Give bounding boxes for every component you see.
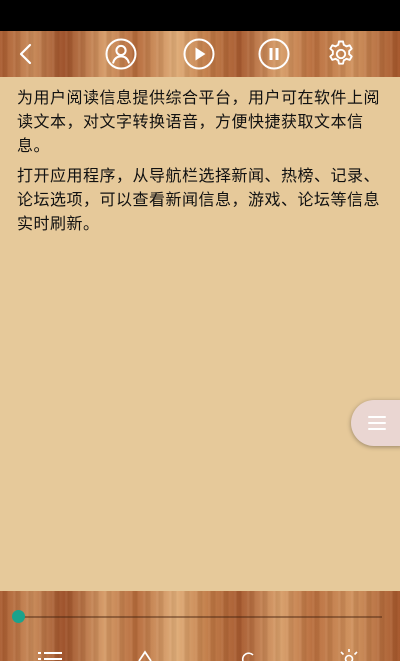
reader-bottom-bar [0, 591, 400, 661]
play-circle-icon [183, 38, 215, 70]
settings-button[interactable] [324, 37, 358, 71]
gear-icon [329, 40, 353, 65]
chapter-list-icon[interactable] [38, 649, 64, 661]
user-circle-icon [105, 38, 137, 70]
reading-progress-thumb[interactable] [12, 610, 25, 623]
status-bar [0, 0, 400, 31]
content-paragraph: 为用户阅读信息提供综合平台，用户可在软件上阅读文本，对文字转换语音，方便快捷获取… [17, 88, 381, 155]
font-size-icon[interactable] [137, 649, 153, 661]
refresh-icon[interactable] [240, 649, 256, 661]
reading-progress-track[interactable] [18, 616, 382, 618]
menu-icon [368, 416, 386, 430]
pause-button[interactable] [257, 37, 291, 71]
back-button[interactable] [9, 37, 43, 71]
reading-content: 为用户阅读信息提供综合平台，用户可在软件上阅读文本，对文字转换语音，方便快捷获取… [0, 77, 400, 591]
content-paragraph: 打开应用程序，从导航栏选择新闻、热榜、记录、论坛选项，可以查看新闻信息，游戏、论… [17, 166, 381, 233]
play-button[interactable] [182, 37, 216, 71]
pause-circle-icon [258, 38, 290, 70]
floating-menu-button[interactable] [351, 400, 400, 446]
reader-toolbar [0, 31, 400, 77]
chevron-left-icon [19, 43, 32, 65]
user-button[interactable] [104, 37, 138, 71]
brightness-icon[interactable] [338, 649, 360, 661]
